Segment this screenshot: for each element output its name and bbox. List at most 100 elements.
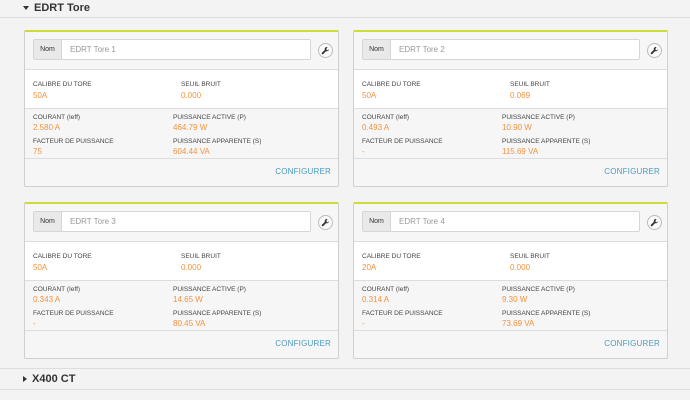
name-row: Nom — [354, 204, 667, 241]
puissance-apparente-value: 604.44 VA — [173, 147, 210, 156]
puissance-active-value: 9.30 W — [502, 295, 528, 304]
configure-link[interactable]: CONFIGURER — [275, 339, 331, 348]
seuil-value: 0.000 — [181, 263, 202, 272]
puissance-apparente-label: PUISSANCE APPARENTE (S) — [502, 138, 591, 145]
facteur-value: - — [362, 319, 365, 328]
puissance-active-label: PUISSANCE ACTIVE (P) — [173, 286, 246, 293]
calibration-box: CALIBRE DU TORE 50A SEUIL BRUIT 0.000 — [25, 241, 338, 281]
facteur-label: FACTEUR DE PUISSANCE — [362, 138, 443, 145]
section-header-x400[interactable]: X400 CT — [0, 371, 690, 387]
tore-card-4: Nom CALIBRE DU TORE 20A SEUIL BRUIT 0.00… — [353, 202, 668, 359]
section-header-edrt[interactable]: EDRT Tore — [0, 0, 690, 16]
measurements: COURANT (Ieff) 0.343 A PUISSANCE ACTIVE … — [25, 281, 338, 331]
calibration-box: CALIBRE DU TORE 50A SEUIL BRUIT 0.000 — [25, 69, 338, 109]
measurements: COURANT (Ieff) 2.580 A PUISSANCE ACTIVE … — [25, 109, 338, 159]
name-row: Nom — [25, 32, 338, 69]
seuil-value: 0.069 — [510, 91, 531, 100]
courant-label: COURANT (Ieff) — [33, 286, 81, 293]
name-addon-label: Nom — [34, 212, 62, 231]
calibre-value: 50A — [33, 263, 48, 272]
puissance-apparente-label: PUISSANCE APPARENTE (S) — [502, 310, 591, 317]
puissance-apparente-label: PUISSANCE APPARENTE (S) — [173, 310, 262, 317]
name-row: Nom — [25, 204, 338, 241]
facteur-value: - — [33, 319, 36, 328]
caret-down-icon — [23, 6, 29, 10]
wrench-icon — [650, 46, 659, 55]
settings-button[interactable] — [647, 215, 662, 230]
card-footer: CONFIGURER — [354, 330, 667, 358]
name-input[interactable] — [62, 40, 310, 59]
tore-card-1: Nom CALIBRE DU TORE 50A SEUIL BRUIT 0.00… — [24, 30, 339, 187]
seuil-label: SEUIL BRUIT — [510, 253, 550, 260]
tore-card-3: Nom CALIBRE DU TORE 50A SEUIL BRUIT 0.00… — [24, 202, 339, 359]
courant-value: 0.314 A — [362, 295, 390, 304]
puissance-active-value: 14.65 W — [173, 295, 203, 304]
name-addon-label: Nom — [363, 212, 391, 231]
calibre-value: 50A — [362, 91, 377, 100]
measurements: COURANT (Ieff) 0.314 A PUISSANCE ACTIVE … — [354, 281, 667, 331]
configure-link[interactable]: CONFIGURER — [604, 339, 660, 348]
puissance-apparente-value: 73.69 VA — [502, 319, 535, 328]
calibre-label: CALIBRE DU TORE — [362, 253, 421, 260]
wrench-icon — [321, 46, 330, 55]
divider — [0, 389, 690, 390]
section-title-edrt: EDRT Tore — [34, 2, 91, 14]
calibre-value: 20A — [362, 263, 377, 272]
measurements: COURANT (Ieff) 0.493 A PUISSANCE ACTIVE … — [354, 109, 667, 159]
puissance-active-value: 10.90 W — [502, 123, 532, 132]
settings-button[interactable] — [318, 215, 333, 230]
name-input[interactable] — [391, 40, 639, 59]
calibre-label: CALIBRE DU TORE — [33, 253, 92, 260]
name-input-group: Nom — [33, 211, 311, 232]
courant-label: COURANT (Ieff) — [33, 114, 81, 121]
card-footer: CONFIGURER — [25, 158, 338, 186]
puissance-active-value: 464.79 W — [173, 123, 208, 132]
courant-label: COURANT (Ieff) — [362, 286, 410, 293]
section-title-x400: X400 CT — [32, 373, 76, 385]
courant-label: COURANT (Ieff) — [362, 114, 410, 121]
facteur-value: 75 — [33, 147, 42, 156]
puissance-apparente-label: PUISSANCE APPARENTE (S) — [173, 138, 262, 145]
settings-button[interactable] — [318, 43, 333, 58]
divider — [0, 368, 690, 369]
name-input[interactable] — [391, 212, 639, 231]
puissance-active-label: PUISSANCE ACTIVE (P) — [502, 286, 575, 293]
calibration-box: CALIBRE DU TORE 50A SEUIL BRUIT 0.069 — [354, 69, 667, 109]
name-row: Nom — [354, 32, 667, 69]
courant-value: 2.580 A — [33, 123, 61, 132]
calibre-label: CALIBRE DU TORE — [362, 81, 421, 88]
caret-right-icon — [23, 376, 27, 382]
card-footer: CONFIGURER — [354, 158, 667, 186]
seuil-label: SEUIL BRUIT — [181, 253, 221, 260]
name-input-group: Nom — [362, 39, 640, 60]
seuil-label: SEUIL BRUIT — [510, 81, 550, 88]
card-footer: CONFIGURER — [25, 330, 338, 358]
seuil-value: 0.000 — [181, 91, 202, 100]
name-addon-label: Nom — [363, 40, 391, 59]
courant-value: 0.343 A — [33, 295, 61, 304]
name-addon-label: Nom — [34, 40, 62, 59]
puissance-active-label: PUISSANCE ACTIVE (P) — [502, 114, 575, 121]
calibre-value: 50A — [33, 91, 48, 100]
facteur-label: FACTEUR DE PUISSANCE — [362, 310, 443, 317]
calibre-label: CALIBRE DU TORE — [33, 81, 92, 88]
configure-link[interactable]: CONFIGURER — [275, 167, 331, 176]
name-input-group: Nom — [362, 211, 640, 232]
facteur-value: - — [362, 147, 365, 156]
configure-link[interactable]: CONFIGURER — [604, 167, 660, 176]
wrench-icon — [321, 218, 330, 227]
name-input-group: Nom — [33, 39, 311, 60]
calibration-box: CALIBRE DU TORE 20A SEUIL BRUIT 0.000 — [354, 241, 667, 281]
seuil-label: SEUIL BRUIT — [181, 81, 221, 88]
divider — [0, 17, 690, 18]
courant-value: 0.493 A — [362, 123, 390, 132]
seuil-value: 0.000 — [510, 263, 531, 272]
puissance-active-label: PUISSANCE ACTIVE (P) — [173, 114, 246, 121]
puissance-apparente-value: 115.69 VA — [502, 147, 539, 156]
settings-button[interactable] — [647, 43, 662, 58]
facteur-label: FACTEUR DE PUISSANCE — [33, 310, 114, 317]
name-input[interactable] — [62, 212, 310, 231]
puissance-apparente-value: 80.45 VA — [173, 319, 206, 328]
wrench-icon — [650, 218, 659, 227]
tore-card-2: Nom CALIBRE DU TORE 50A SEUIL BRUIT 0.06… — [353, 30, 668, 187]
